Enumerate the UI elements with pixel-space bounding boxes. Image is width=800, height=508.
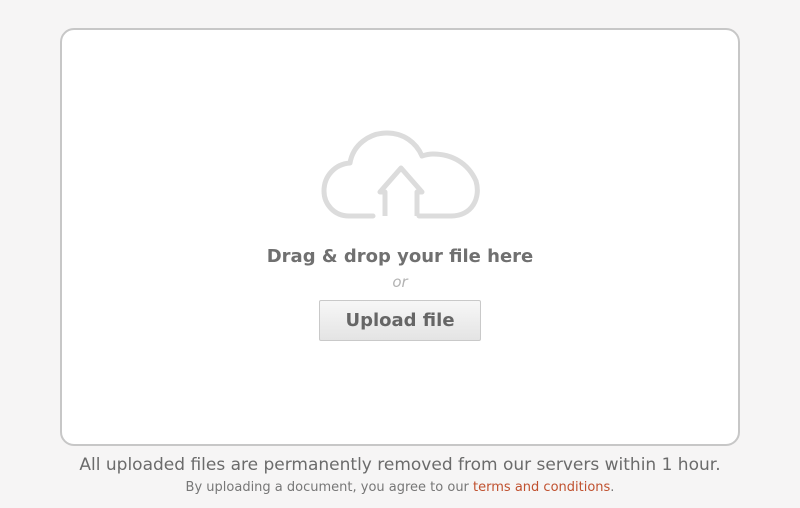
drop-instructions: Drag & drop your file here	[266, 246, 534, 267]
terms-suffix: .	[610, 480, 615, 495]
terms-and-conditions-link[interactable]: terms and conditions	[473, 480, 610, 495]
terms-notice: By uploading a document, you agree to ou…	[0, 480, 800, 495]
upload-file-button[interactable]: Upload file	[319, 300, 481, 341]
file-retention-notice: All uploaded files are permanently remov…	[79, 455, 721, 475]
or-separator: or	[392, 273, 408, 291]
terms-prefix: By uploading a document, you agree to ou…	[185, 480, 474, 495]
file-dropzone[interactable]: Drag & drop your file here or Upload fil…	[60, 28, 740, 446]
cloud-upload-icon	[321, 130, 481, 220]
